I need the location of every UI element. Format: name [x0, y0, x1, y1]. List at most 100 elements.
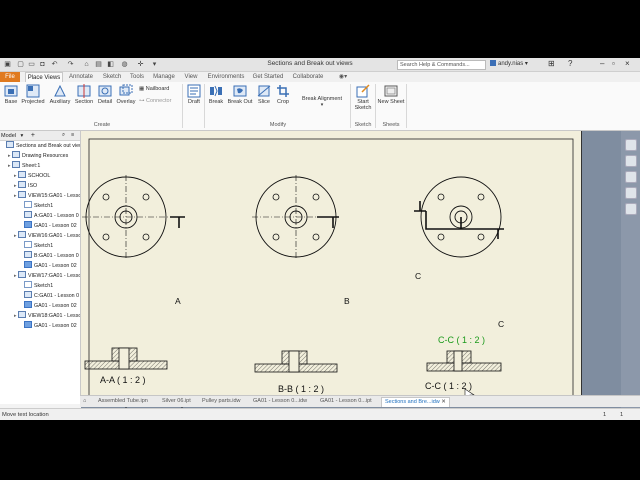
- browser-node[interactable]: GA01 - Lesson 02: [20, 221, 77, 230]
- marker-c-left[interactable]: C: [415, 271, 421, 281]
- tab-annotate[interactable]: Annotate: [66, 72, 96, 82]
- crop-button[interactable]: Crop: [274, 84, 292, 105]
- measure-icon[interactable]: ✛: [136, 60, 145, 69]
- browser-node[interactable]: B:GA01 - Lesson 0: [20, 251, 79, 260]
- user-icon: [490, 60, 496, 66]
- projected-view-button[interactable]: Projected: [20, 84, 46, 105]
- nailboard-button[interactable]: ▦ Nailboard: [139, 86, 169, 92]
- tab-manage[interactable]: Manage: [151, 72, 177, 82]
- auxiliary-view-button[interactable]: Auxiliary: [47, 84, 73, 105]
- new-file-icon[interactable]: ▢: [16, 60, 25, 69]
- browser-node[interactable]: Sketch1: [20, 201, 53, 210]
- doc-tab-ga01-ipt[interactable]: GA01 - Lesson 0...ipt: [320, 397, 372, 406]
- marker-a[interactable]: A: [175, 296, 181, 306]
- search-icon[interactable]: ⌕: [62, 131, 65, 140]
- break-alignment-button[interactable]: Break Alignment ▾: [299, 96, 345, 108]
- cart-icon[interactable]: ⊞: [548, 59, 555, 68]
- doc-tab-pulley-parts[interactable]: Pulley parts.idw: [202, 397, 241, 406]
- doc-tab-sections-active[interactable]: Sections and Bre...idw ✕: [381, 397, 450, 407]
- dropdown-icon[interactable]: ▾: [21, 133, 24, 139]
- zoom-icon[interactable]: [625, 171, 637, 183]
- browser-node-label: VIEW15:GA01 - Lesson: [28, 193, 81, 199]
- tab-sketch[interactable]: Sketch: [100, 72, 124, 82]
- browser-node[interactable]: ▸ VIEW18:GA01 - Lesson: [14, 311, 80, 320]
- steering-wheel-icon[interactable]: [625, 139, 637, 151]
- drawing-sheet[interactable]: A A-A ( 1 : 2 ) B B-B (1: 2) C C C-C …: [81, 131, 582, 410]
- undo-icon[interactable]: ↶: [50, 60, 59, 69]
- break-out-button[interactable]: Break Out: [226, 84, 254, 105]
- maximize-icon[interactable]: ▫: [612, 59, 615, 68]
- redo-icon[interactable]: ↷: [66, 60, 75, 69]
- add-icon[interactable]: +: [31, 132, 35, 139]
- draft-view-button[interactable]: Draft: [185, 84, 203, 105]
- view-c-plan[interactable]: [414, 176, 504, 258]
- view-c-section[interactable]: [426, 350, 502, 372]
- graphics-window[interactable]: A A-A ( 1 : 2 ) B B-B (1: 2) C C C-C …: [81, 131, 621, 420]
- node-icon: [24, 301, 32, 308]
- view-a-section[interactable]: [84, 347, 168, 370]
- browser-node[interactable]: ▸ Drawing Resources: [8, 151, 68, 160]
- crop-label: Crop: [277, 99, 289, 105]
- help-icon[interactable]: ?: [568, 59, 572, 68]
- tab-tools[interactable]: Tools: [127, 72, 147, 82]
- marker-c-right[interactable]: C: [498, 319, 504, 329]
- browser-node[interactable]: ▸ Sheet:1: [8, 161, 40, 170]
- doc-tab-ga01-idw[interactable]: GA01 - Lesson 0...idw: [253, 397, 307, 406]
- browser-node[interactable]: ▸ VIEW16:GA01 - Lesson: [14, 231, 80, 240]
- doc-tab-silver-06[interactable]: Silver 06.ipt: [162, 397, 191, 406]
- minimize-icon[interactable]: –: [600, 59, 604, 68]
- appearance-icon[interactable]: ◍: [120, 60, 129, 69]
- slice-button[interactable]: Slice: [255, 84, 273, 105]
- menu-icon[interactable]: ≡: [71, 131, 74, 140]
- browser-node[interactable]: ▸ VIEW17:GA01 - Lesson: [14, 271, 80, 280]
- view-b-section[interactable]: [254, 350, 338, 373]
- browser-node[interactable]: ▸ VIEW15:GA01 - Lesson: [14, 191, 81, 200]
- tab-file[interactable]: File: [0, 72, 20, 82]
- browser-node[interactable]: ▸ ISO: [14, 181, 37, 190]
- ribbon-options-icon[interactable]: ◉▾: [336, 72, 350, 82]
- tab-collaborate[interactable]: Collaborate: [290, 72, 326, 82]
- browser-node[interactable]: GA01 - Lesson 02: [20, 321, 77, 330]
- home-icon[interactable]: ⌂: [82, 60, 91, 69]
- browser-node[interactable]: Sketch1: [20, 241, 53, 250]
- view-c-label-highlighted[interactable]: C-C ( 1 : 2 ): [438, 335, 485, 345]
- save-icon[interactable]: ◘: [38, 60, 47, 69]
- view-a-label[interactable]: A-A ( 1 : 2 ): [100, 375, 146, 385]
- doc-tab-assembled-tube[interactable]: Assembled Tube.ipn: [98, 397, 148, 406]
- pan-icon[interactable]: [625, 155, 637, 167]
- tab-view[interactable]: View: [182, 72, 200, 82]
- browser-node[interactable]: ▸ SCHOOL: [14, 171, 50, 180]
- detail-view-button[interactable]: Detail: [95, 84, 115, 105]
- tab-environments[interactable]: Environments: [205, 72, 247, 82]
- zoom-window-icon[interactable]: [625, 187, 637, 199]
- home-tab-icon[interactable]: ⌂: [83, 397, 86, 406]
- browser-node[interactable]: Sections and Break out views: [2, 141, 80, 150]
- customize-icon[interactable]: ▾: [150, 60, 159, 69]
- section-view-button[interactable]: Section: [73, 84, 95, 105]
- view-face-icon[interactable]: [625, 203, 637, 215]
- material-icon[interactable]: ◧: [106, 60, 115, 69]
- open-folder-icon[interactable]: ▭: [27, 60, 36, 69]
- browser-node[interactable]: GA01 - Lesson 02: [20, 261, 77, 270]
- browser-node[interactable]: C:GA01 - Lesson 0: [20, 291, 79, 300]
- user-account[interactable]: andy.nias ▾: [490, 60, 528, 67]
- browser-node[interactable]: A:GA01 - Lesson 0: [20, 211, 79, 220]
- view-b-label[interactable]: B-B ( 1 : 2 ): [278, 384, 324, 394]
- browser-node[interactable]: Sketch1: [20, 281, 53, 290]
- new-sheet-button[interactable]: New Sheet: [376, 84, 406, 105]
- break-button[interactable]: Break: [207, 84, 225, 105]
- app-logo-icon[interactable]: ▣: [3, 60, 12, 69]
- start-sketch-button[interactable]: Start Sketch: [352, 84, 374, 111]
- connector-button[interactable]: ⊶ Connector: [139, 98, 171, 104]
- help-search-input[interactable]: Search Help & Commands...: [397, 60, 486, 70]
- marker-b[interactable]: B: [344, 296, 350, 306]
- browser-node[interactable]: GA01 - Lesson 02: [20, 301, 77, 310]
- close-icon[interactable]: ×: [625, 59, 630, 68]
- overlay-view-button[interactable]: Overlay: [115, 84, 137, 105]
- print-icon[interactable]: ▤: [94, 60, 103, 69]
- tab-get-started[interactable]: Get Started: [251, 72, 285, 82]
- base-view-button[interactable]: Base: [2, 84, 20, 105]
- close-tab-icon[interactable]: ✕: [441, 399, 446, 405]
- view-a-plan[interactable]: [82, 175, 185, 259]
- view-b-plan[interactable]: [252, 175, 340, 259]
